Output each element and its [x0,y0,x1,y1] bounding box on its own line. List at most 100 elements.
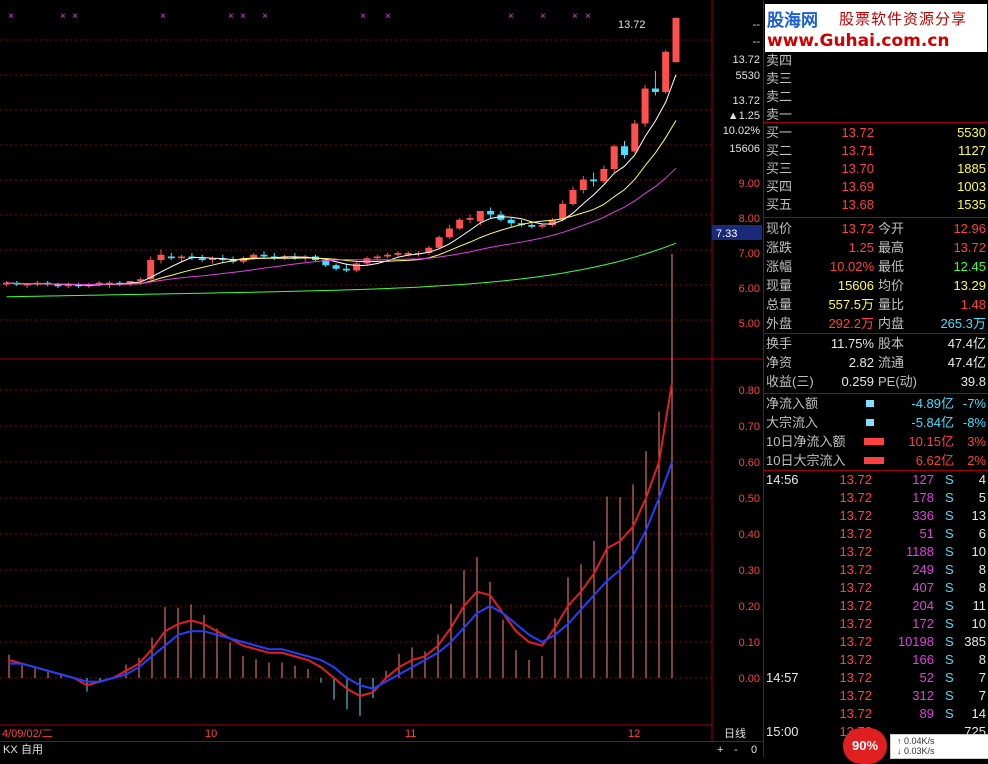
tick-row[interactable]: 13.72 166 S 8 [764,651,988,669]
candle-body [198,258,206,260]
tick-row[interactable]: 13.72 89 S 14 [764,705,988,723]
signal-marker: × [60,11,66,22]
fundamental-value: 47.4亿 [947,355,986,370]
quote-row[interactable]: 涨跌 1.25 最高 13.72 [764,239,988,257]
flow-label: 大宗流入 [766,415,819,430]
kline-chart[interactable]: -- -- 13.72 5530 13.72 ▲1.25 10.02% 15606 9.00 8.… [0,0,763,741]
tick-volume: 52 [919,670,934,685]
tick-row[interactable]: 13.72 336 S 13 [764,507,988,525]
indicator-panel [8,253,673,716]
order-book-sell-row[interactable]: 卖三 [764,70,988,88]
fundamental-value: 0.259 [841,374,874,389]
quote-label: 现价 [766,221,793,236]
date-label: 12 [628,728,640,740]
candle-body [662,51,670,92]
price-axis-label: ▲1.25 [728,110,760,122]
tick-row[interactable]: 13.72 407 S 8 [764,579,988,597]
flow-value: -4.89亿 [911,396,954,411]
zoom-out-button[interactable]: - [731,743,741,757]
quote-label: 总量 [766,297,793,312]
signal-marker: × [508,11,514,22]
tick-side: S [945,616,954,631]
quote-label: 涨幅 [766,259,793,274]
tick-row[interactable]: 13.72 312 S 7 [764,687,988,705]
percent-badge[interactable]: 90% [843,728,887,764]
quote-value: 265.3万 [940,316,986,331]
flow-row[interactable]: 净流入额 -4.89亿 -7% [764,395,988,413]
fundamental-row[interactable]: 收益(三) 0.259 PE(动) 39.8 [764,373,988,391]
order-book-buy-row[interactable]: 买二 13.71 1127 [764,142,988,160]
ma20-line [6,167,677,285]
tick-volume: 1188 [906,544,934,559]
tick-side: S [945,688,954,703]
tick-volume: 51 [919,526,934,541]
tick-row[interactable]: 13.72 172 S 10 [764,615,988,633]
tick-row[interactable]: 13.72 10198 S 385 [764,633,988,651]
tick-count: 8 [978,652,986,667]
flow-bar [866,400,874,407]
zoom-reset-button[interactable]: 0 [748,743,760,757]
price-axis-label: 13.72 [732,95,760,107]
candle-body [260,254,268,257]
quote-row[interactable]: 外盘 292.2万 内盘 265.3万 [764,315,988,333]
signal-marker: × [540,11,546,22]
tick-price: 13.72 [839,706,872,721]
signal-marker: × [572,11,578,22]
tick-side: S [945,490,954,505]
fundamental-label: 流通 [878,355,905,370]
indicator-axis-label: 0.00 [739,673,760,685]
tick-row[interactable]: 14:56 13.72 127 S 4 [764,471,988,489]
tick-side: S [945,670,954,685]
tick-price: 13.72 [839,616,872,631]
flow-value: -5.84亿 [911,415,954,430]
fundamental-row[interactable]: 净资 2.82 流通 47.4亿 [764,354,988,372]
tab-custom[interactable]: 自用 [18,743,46,757]
panel-separator [764,393,988,394]
tick-row[interactable]: 13.72 51 S 6 [764,525,988,543]
tick-count: 7 [978,670,986,685]
quote-value: 12.45 [953,259,986,274]
tick-time: 14:57 [766,670,799,685]
tick-row[interactable]: 13.72 249 S 8 [764,561,988,579]
tick-row[interactable]: 14:57 13.72 52 S 7 [764,669,988,687]
panel-separator [764,217,988,218]
zoom-in-button[interactable]: + [714,743,726,757]
quote-row[interactable]: 涨幅 10.02% 最低 12.45 [764,258,988,276]
fundamental-value: 47.4亿 [947,336,986,351]
tick-row[interactable]: 13.72 1188 S 10 [764,543,988,561]
candle-body [559,204,567,220]
quote-row[interactable]: 总量 557.5万 量比 1.48 [764,296,988,314]
price-axis-label: 9.00 [739,178,760,190]
order-book-sell-row[interactable]: 卖四 [764,52,988,70]
quote-row[interactable]: 现量 15606 均价 13.29 [764,277,988,295]
order-book-buy-row[interactable]: 买三 13.70 1885 [764,160,988,178]
quote-row[interactable]: 现价 13.72 今开 12.96 [764,220,988,238]
order-book-buy-row[interactable]: 买五 13.68 1535 [764,196,988,214]
buy-level-label: 买三 [766,161,793,176]
tick-side: S [945,580,954,595]
quote-label: 均价 [878,278,905,293]
tick-count: 6 [978,526,986,541]
candle-body [394,253,402,255]
order-book-buy-row[interactable]: 买四 13.69 1003 [764,178,988,196]
tick-row[interactable]: 13.72 178 S 5 [764,489,988,507]
candle-body [569,190,577,204]
candle-body [363,258,371,264]
tick-volume: 249 [912,562,934,577]
flow-pct: -8% [962,415,986,430]
tick-side: S [945,562,954,577]
flow-value: 10.15亿 [908,434,954,449]
fundamental-row[interactable]: 换手 11.75% 股本 47.4亿 [764,335,988,353]
candle-body [23,284,31,286]
tick-price: 13.72 [839,688,872,703]
flow-row[interactable]: 大宗流入 -5.84亿 -8% [764,414,988,432]
quote-value: 15606 [837,278,874,293]
date-label: 10 [205,728,217,740]
flow-label: 10日净流入额 [766,434,846,449]
order-book-sell-row[interactable]: 卖二 [764,88,988,106]
sell-level-label: 卖三 [766,71,793,86]
order-book-buy-row[interactable]: 买一 13.72 5530 [764,124,988,142]
tick-row[interactable]: 13.72 204 S 11 [764,597,988,615]
candle-body [610,146,618,169]
signal-marker: × [385,11,391,22]
